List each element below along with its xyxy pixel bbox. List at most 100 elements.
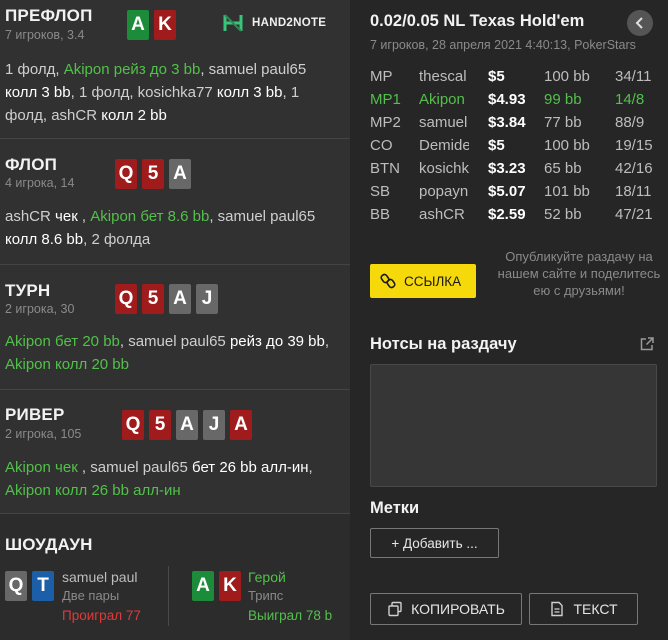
card: A [192, 571, 214, 601]
player-position: MP2 [370, 114, 401, 131]
street-actions: 1 фолд, Akipon рейз до 3 bb, samuel paul… [5, 58, 335, 127]
street-title: ТУРН [5, 281, 51, 300]
copy-icon [387, 601, 403, 617]
player-name: Akipon [419, 91, 465, 108]
player-name: ashCR [419, 206, 465, 223]
player-stats: 18/11 [615, 183, 652, 200]
player-position: MP1 [370, 91, 401, 108]
text-label: ТЕКСТ [573, 601, 618, 617]
player-position: BTN [370, 160, 400, 177]
link-icon [380, 273, 396, 289]
action-text: , samuel paul65 [200, 61, 307, 78]
copy-button[interactable]: КОПИРОВАТЬ [370, 593, 522, 625]
showdown-player-name: Герой [248, 569, 286, 585]
card: K [219, 571, 241, 601]
action-text: колл 3 bb [5, 84, 71, 101]
card: A [230, 410, 252, 440]
player-stack: $3.84 [488, 114, 526, 131]
notes-textarea[interactable] [370, 364, 657, 487]
street-pot: 2 игрока, 105 [5, 427, 82, 441]
player-stack-bb: 100 bb [544, 137, 590, 154]
card: Q [115, 159, 137, 189]
street-actions: Akipon бет 20 bb, samuel paul65 рейз до … [5, 330, 335, 376]
game-title: 0.02/0.05 NL Texas Hold'em [370, 12, 585, 30]
player-position: CO [370, 137, 393, 154]
street-pot: 2 игрока, 30 [5, 302, 75, 316]
logo-text: HAND2NOTE [252, 17, 327, 29]
player-stats: 14/8 [615, 91, 645, 108]
street-title: ШОУДАУН [5, 535, 93, 554]
player-stack: $5 [488, 137, 505, 154]
street-preflop: ПРЕФЛОП 7 игроков, 3.4 A K HAND2NOTE 1 ф… [0, 0, 350, 139]
player-stack-bb: 100 bb [544, 68, 590, 85]
action-text: , samuel paul65 [119, 333, 230, 350]
player-stats: 34/11 [615, 68, 652, 85]
document-icon [549, 601, 565, 617]
action-text: , samuel paul65 [77, 459, 193, 476]
action-text: , 2 фолда [83, 231, 151, 248]
action-text: бет 26 bb алл-ин [192, 459, 309, 476]
player-position: SB [370, 183, 391, 200]
card: Q [122, 410, 144, 440]
player-name: samuel [419, 114, 468, 131]
street-title: ФЛОП [5, 155, 58, 174]
player-position: MP [370, 68, 393, 85]
card: T [32, 571, 54, 601]
action-text: чек [55, 208, 78, 225]
action-text: , [308, 459, 313, 476]
external-link-icon[interactable] [639, 336, 655, 352]
action-text: , samuel paul65 [209, 208, 316, 225]
player-stack: $3.23 [488, 160, 526, 177]
player-position: BB [370, 206, 391, 223]
player-stack-bb: 101 bb [544, 183, 590, 200]
card: A [127, 10, 149, 40]
action-text: колл 8.6 bb [5, 231, 84, 248]
player-stack: $5 [488, 68, 505, 85]
street-pot: 4 игрока, 14 [5, 176, 75, 190]
card: A [169, 159, 191, 189]
card: 5 [149, 410, 171, 440]
hand-info-panel: 0.02/0.05 NL Texas Hold'em 7 игроков, 28… [350, 0, 668, 640]
street-actions: ashCR чек , Akipon бет 8.6 bb, samuel pa… [5, 205, 335, 251]
showdown-hand: Трипс [248, 588, 284, 603]
card: K [154, 10, 176, 40]
player-stats: 47/21 [615, 206, 653, 223]
card: 5 [142, 284, 164, 314]
card: 5 [142, 159, 164, 189]
player-stack: $5.07 [488, 183, 526, 200]
share-link-label: ССЫЛКА [404, 273, 462, 289]
action-text: колл 3 bb [216, 84, 283, 101]
player-stack: $4.93 [488, 91, 526, 108]
showdown-divider [168, 566, 169, 626]
notes-title: Нотсы на раздачу [370, 335, 517, 353]
action-text: , 1 фолд, kosichka77 [70, 84, 217, 101]
player-name: thescal [419, 68, 467, 85]
share-hint: Опубликуйте раздачу на нашем сайте и под… [497, 249, 661, 298]
street-pot: 7 игроков, 3.4 [5, 28, 85, 42]
hero-action: Akipon рейз до 3 bb [63, 61, 201, 78]
action-text: колл 2 bb [101, 107, 167, 124]
game-subtitle: 7 игроков, 28 апреля 2021 4:40:13, Poker… [370, 38, 636, 52]
player-stats: 88/9 [615, 114, 645, 131]
street-river: РИВЕР 2 игрока, 105 Q 5 A J A Akipon чек… [0, 390, 350, 514]
action-text: , [77, 208, 91, 225]
action-text: ashCR [5, 208, 56, 225]
hero-action: Akipon бет 8.6 bb [90, 208, 210, 225]
card: A [169, 284, 191, 314]
chevron-left-icon[interactable] [627, 10, 653, 36]
copy-label: КОПИРОВАТЬ [411, 601, 505, 617]
player-stack-bb: 99 bb [544, 91, 582, 108]
card: J [203, 410, 225, 440]
player-stack: $2.59 [488, 206, 526, 223]
player-stack-bb: 65 bb [544, 160, 582, 177]
text-button[interactable]: ТЕКСТ [529, 593, 638, 625]
hero-action: Akipon бет 20 bb [5, 333, 120, 350]
player-stats: 42/16 [615, 160, 653, 177]
hero-action: Akipon колл 26 bb алл-ин [5, 482, 181, 499]
street-actions: Akipon чек , samuel paul65 бет 26 bb алл… [5, 456, 335, 502]
card: A [176, 410, 198, 440]
player-stack-bb: 52 bb [544, 206, 582, 223]
add-tag-button[interactable]: + Добавить ... [370, 528, 499, 558]
share-link-button[interactable]: ССЫЛКА [370, 264, 476, 298]
showdown-hand: Две пары [62, 588, 120, 603]
